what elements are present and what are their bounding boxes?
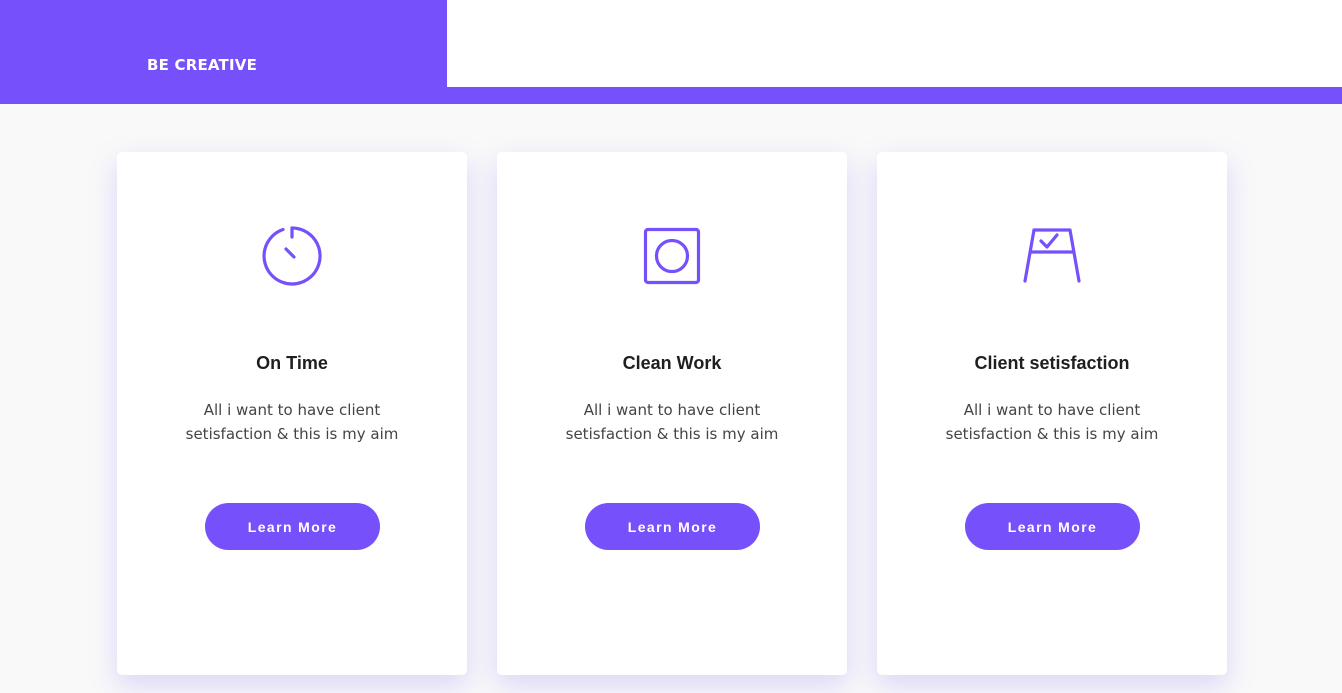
header-brand-block — [0, 0, 447, 88]
learn-more-button[interactable]: Learn More — [585, 503, 760, 550]
card-description: All i want to have client setisfaction &… — [945, 401, 1159, 443]
feature-card-client-satisfaction: Client setisfaction All i want to have c… — [877, 152, 1227, 675]
header: BE CREATIVE — [0, 0, 1342, 104]
card-description: All i want to have client setisfaction &… — [185, 401, 399, 443]
header-right-area — [447, 0, 1342, 87]
feature-card-clean-work: Clean Work All i want to have client set… — [497, 152, 847, 675]
feature-cards: On Time All i want to have client setisf… — [117, 152, 1227, 675]
stopwatch-icon — [262, 226, 322, 286]
header-accent-strip — [0, 87, 1342, 104]
learn-more-button[interactable]: Learn More — [965, 503, 1140, 550]
feature-card-on-time: On Time All i want to have client setisf… — [117, 152, 467, 675]
card-title: Clean Work — [622, 353, 722, 373]
brand-title[interactable]: BE CREATIVE — [147, 56, 257, 74]
square-circle-icon — [642, 226, 702, 286]
learn-more-button[interactable]: Learn More — [205, 503, 380, 550]
card-title: Client setisfaction — [974, 353, 1130, 373]
card-description: All i want to have client setisfaction &… — [565, 401, 779, 443]
easel-check-icon — [1022, 226, 1082, 286]
card-title: On Time — [256, 353, 328, 373]
